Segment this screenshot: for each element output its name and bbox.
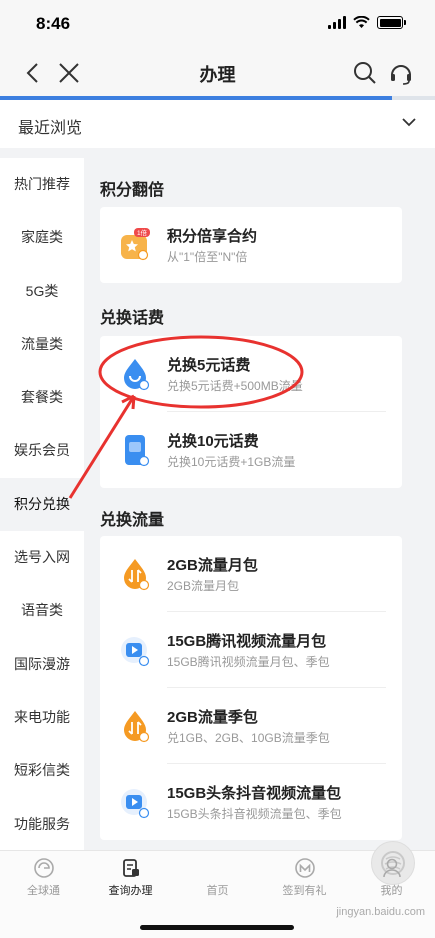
sidebar-item-entertainment[interactable]: 娱乐会员 <box>0 424 84 477</box>
sidebar-item-voice[interactable]: 语音类 <box>0 584 84 637</box>
sidebar-item-points-exchange[interactable]: 积分兑换 <box>0 477 84 532</box>
card-data: 2GB流量月包 2GB流量月包 15GB腾讯视频流量月包 15GB腾讯视频流量月… <box>100 536 402 840</box>
gift-star-icon: 1倍 <box>121 228 150 261</box>
water-drop-coin-icon <box>124 359 150 391</box>
tab-mine[interactable]: 我的 <box>348 857 435 898</box>
item-title: 兑换5元话费 <box>167 357 251 374</box>
tab-label: 查询办理 <box>108 885 153 897</box>
search-icon[interactable] <box>352 60 378 86</box>
section-title-double: 积分翻倍 <box>100 182 165 199</box>
recent-browse-label: 最近浏览 <box>18 120 83 137</box>
card-fee: 兑换5元话费 兑换5元话费+500MB流量 兑换10元话费 兑换10元话费+1G… <box>100 336 402 488</box>
recent-browse-bar[interactable]: 最近浏览 <box>0 100 435 148</box>
nav-bar: 办理 <box>0 50 435 96</box>
item-title: 兑换10元话费 <box>167 433 259 450</box>
list-item-points-contract[interactable]: 1倍 积分倍享合约 从"1"倍至"N"倍 <box>100 207 402 283</box>
list-item-fee-10[interactable]: 兑换10元话费 兑换10元话费+1GB流量 <box>100 412 402 488</box>
badge-text: 1倍 <box>137 228 148 237</box>
item-subtitle: 兑换5元话费+500MB流量 <box>167 379 303 393</box>
sidebar-item-family[interactable]: 家庭类 <box>0 211 84 264</box>
battery-icon <box>377 16 406 29</box>
card-double: 1倍 积分倍享合约 从"1"倍至"N"倍 <box>100 207 402 283</box>
watermark-text: jingyan.baidu.com <box>336 906 425 918</box>
tab-label: 首页 <box>206 885 229 897</box>
status-time: 8:46 <box>36 14 71 33</box>
sidebar-item-sms[interactable]: 短彩信类 <box>0 744 84 797</box>
item-subtitle: 2GB流量月包 <box>167 579 240 593</box>
sidebar-item-number[interactable]: 选号入网 <box>0 531 84 584</box>
sidebar-item-data[interactable]: 流量类 <box>0 318 84 371</box>
status-bar: 8:46 <box>0 0 435 50</box>
data-drop-icon <box>124 711 150 743</box>
sidebar-item-5g[interactable]: 5G类 <box>0 265 84 318</box>
tab-label: 签到有礼 <box>282 885 327 897</box>
video-play-icon <box>121 637 150 667</box>
user-icon <box>382 858 401 878</box>
item-subtitle: 兑换10元话费+1GB流量 <box>167 455 296 469</box>
item-subtitle: 兑1GB、2GB、10GB流量季包 <box>167 731 330 745</box>
list-item-15gb-tencent[interactable]: 15GB腾讯视频流量月包 15GB腾讯视频流量月包、季包 <box>100 612 402 688</box>
signal-icon <box>328 16 346 29</box>
list-item-fee-5[interactable]: 兑换5元话费 兑换5元话费+500MB流量 <box>100 336 402 412</box>
globe-logo-icon <box>33 858 54 878</box>
list-item-2gb-monthly[interactable]: 2GB流量月包 2GB流量月包 <box>100 536 402 612</box>
section-title-data: 兑换流量 <box>100 512 165 529</box>
headset-icon[interactable] <box>388 60 414 86</box>
item-title: 15GB腾讯视频流量月包 <box>167 633 327 650</box>
data-drop-icon <box>124 559 150 591</box>
item-subtitle: 从"1"倍至"N"倍 <box>167 250 248 264</box>
document-icon <box>122 859 139 877</box>
sidebar-item-roaming[interactable]: 国际漫游 <box>0 638 84 691</box>
wifi-icon <box>353 16 370 28</box>
category-sidebar: 热门推荐 家庭类 5G类 流量类 套餐类 娱乐会员 积分兑换 选号入网 语音类 … <box>0 158 84 850</box>
status-icons <box>328 16 406 29</box>
item-title: 2GB流量季包 <box>167 709 258 726</box>
sidebar-item-plan[interactable]: 套餐类 <box>0 371 84 424</box>
sidebar-item-call-features[interactable]: 来电功能 <box>0 691 84 744</box>
phone-card-icon <box>125 435 150 467</box>
section-title-fee: 兑换话费 <box>100 310 165 327</box>
tab-label: 我的 <box>380 885 403 897</box>
m-circle-icon <box>294 858 315 878</box>
tab-checkin[interactable]: 签到有礼 <box>261 857 348 898</box>
tab-query-handle[interactable]: 查询办理 <box>87 857 174 898</box>
item-title: 15GB头条抖音视频流量包 <box>167 785 342 802</box>
content-panel: 积分翻倍 1倍 积分倍享合约 从"1"倍至"N"倍 兑换话费 兑换5元话费 兑换… <box>84 158 435 850</box>
item-title: 2GB流量月包 <box>167 557 258 574</box>
tab-home[interactable]: 首页 <box>174 841 415 898</box>
item-subtitle: 15GB腾讯视频流量月包、季包 <box>167 655 330 669</box>
sidebar-item-hot[interactable]: 热门推荐 <box>0 158 84 211</box>
tab-global[interactable]: 全球通 <box>0 857 87 898</box>
tab-label: 全球通 <box>27 885 60 897</box>
chevron-down-icon[interactable] <box>401 114 417 130</box>
sidebar-item-services[interactable]: 功能服务 <box>0 798 84 851</box>
item-subtitle: 15GB头条抖音视频流量包、季包 <box>167 807 342 821</box>
home-indicator <box>140 925 294 930</box>
item-title: 积分倍享合约 <box>167 228 258 245</box>
video-play-icon <box>121 789 150 819</box>
list-item-15gb-toutiao[interactable]: 15GB头条抖音视频流量包 15GB头条抖音视频流量包、季包 <box>100 764 402 840</box>
list-item-2gb-quarterly[interactable]: 2GB流量季包 兑1GB、2GB、10GB流量季包 <box>100 688 402 764</box>
